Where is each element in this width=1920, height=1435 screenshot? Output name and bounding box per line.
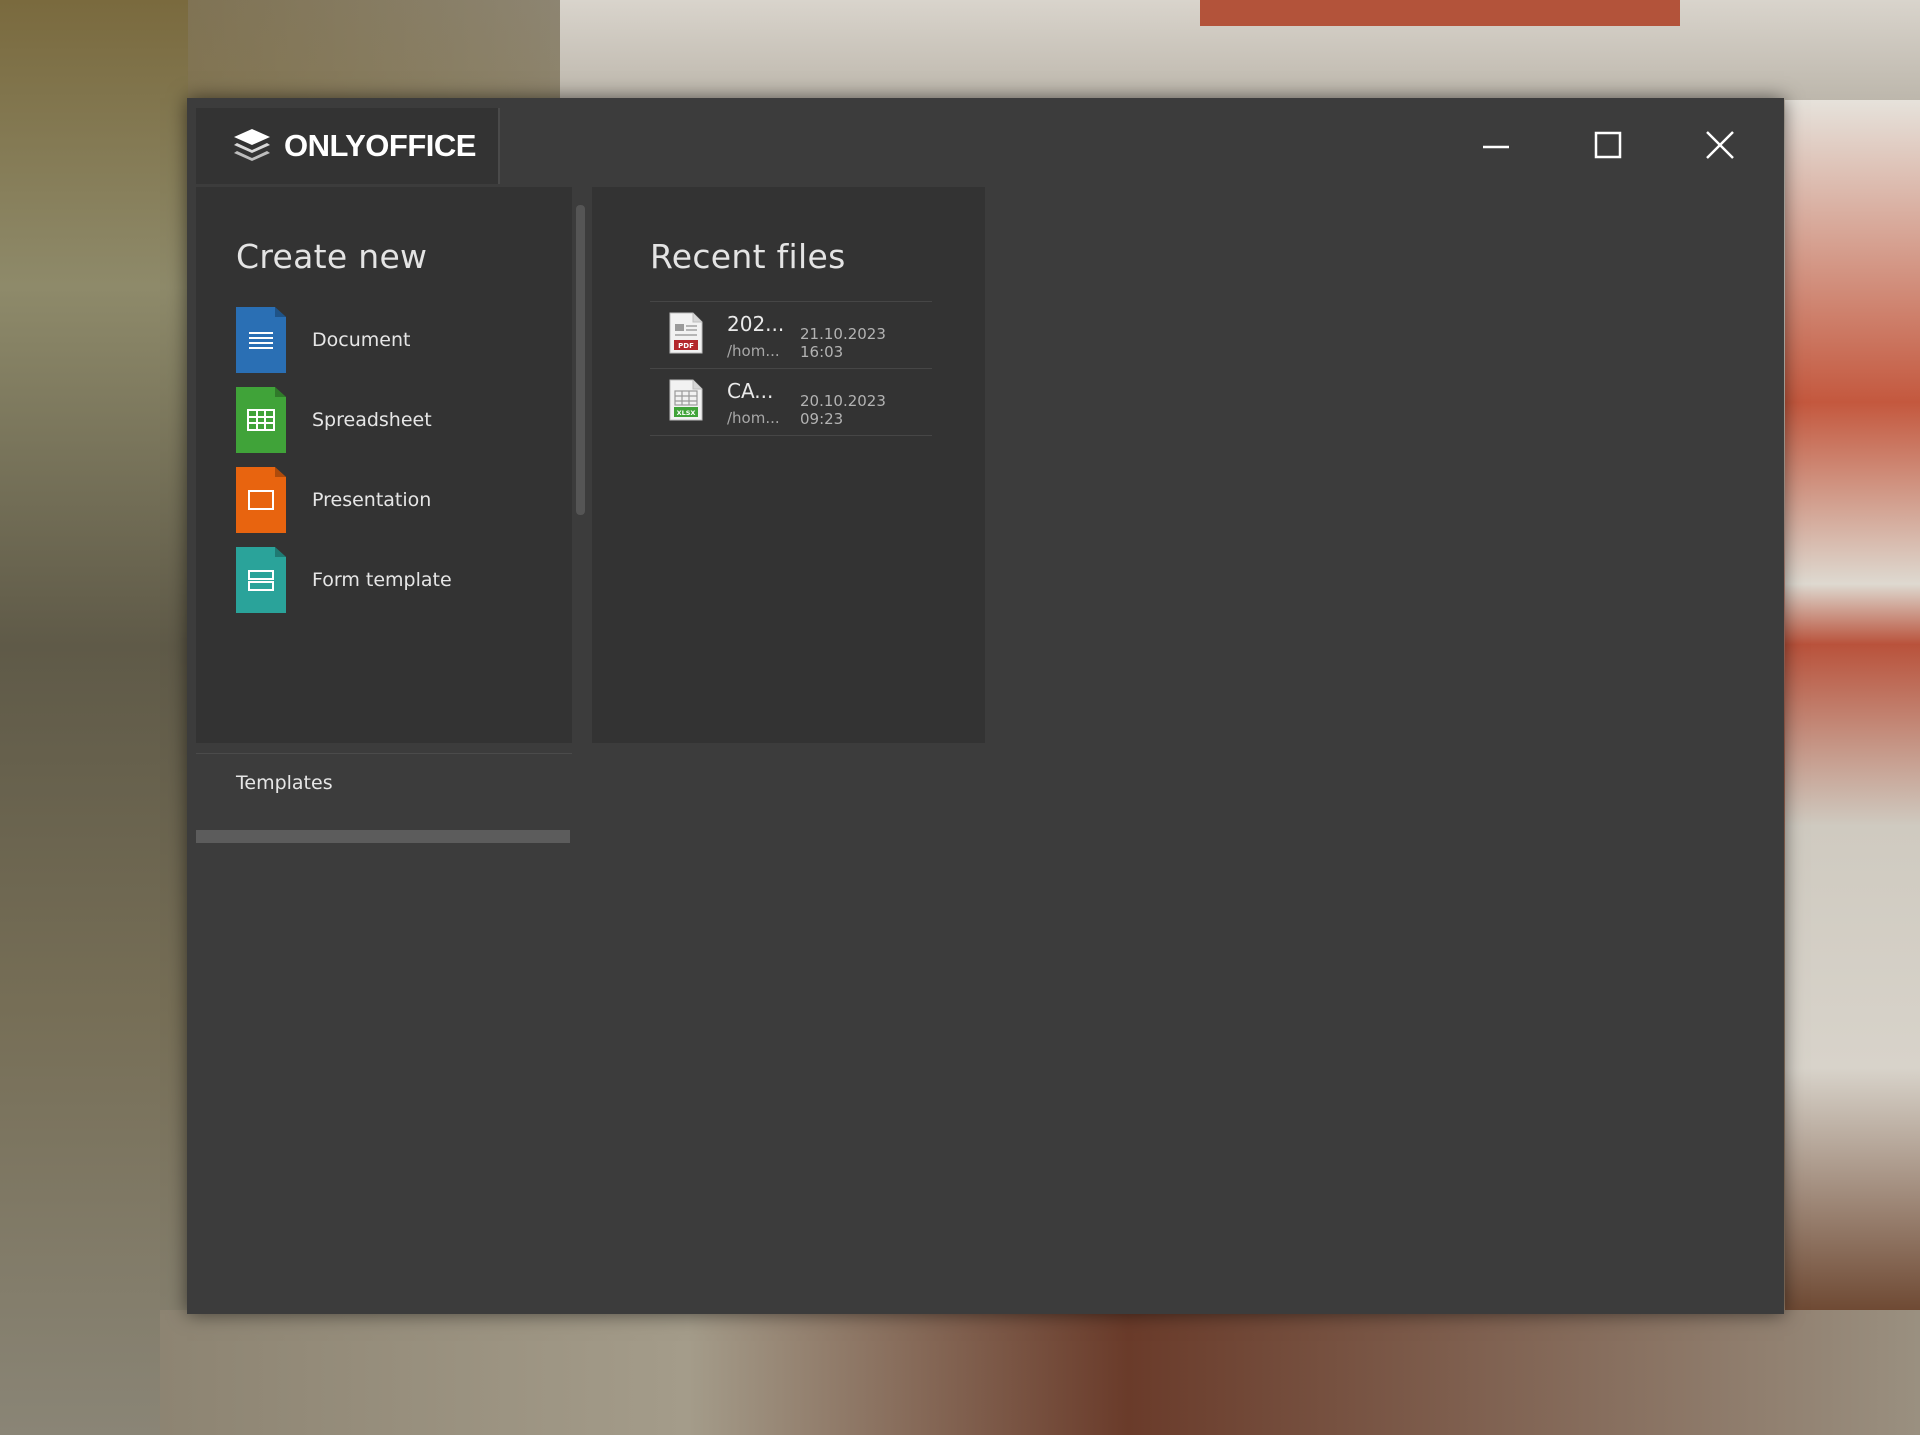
recent-files-title: Recent files [650,237,846,276]
recent-file-name: CA... [727,379,774,403]
xlsx-file-icon: XLSX [669,379,703,421]
close-icon [1706,131,1734,159]
create-document-button[interactable]: Document [236,307,556,373]
desktop-wallpaper-left [0,0,188,1435]
create-document-label: Document [312,329,411,351]
maximize-button[interactable] [1578,120,1638,170]
minimize-icon [1483,145,1509,149]
spreadsheet-icon [236,387,286,453]
create-new-panel: Create new Document Spreadsheet Presenta… [196,187,572,843]
recent-files-panel: Recent files PDF 202... /hom... 21.10.20… [592,187,985,743]
close-button[interactable] [1690,120,1750,170]
maximize-icon [1594,131,1622,159]
minimize-button[interactable] [1466,120,1526,170]
form-template-icon [236,547,286,613]
templates-link[interactable]: Templates [236,772,333,794]
vertical-scrollbar[interactable] [576,205,585,515]
create-form-template-label: Form template [312,569,452,591]
create-spreadsheet-button[interactable]: Spreadsheet [236,387,556,453]
app-logo-tab[interactable]: ONLYOFFICE [196,108,500,184]
templates-divider [196,753,572,754]
create-form-template-button[interactable]: Form template [236,547,556,613]
presentation-icon [236,467,286,533]
svg-text:XLSX: XLSX [677,409,696,417]
svg-text:PDF: PDF [678,342,694,350]
horizontal-scrollbar[interactable] [196,830,570,843]
recent-file-row[interactable]: XLSX CA... /hom... 20.10.2023 09:23 [650,369,932,436]
recent-file-path: /hom... [727,409,780,427]
create-spreadsheet-label: Spreadsheet [312,409,432,431]
create-new-title: Create new [236,237,428,276]
desktop-wallpaper-right [1785,100,1920,1310]
onlyoffice-logo-icon [234,129,270,161]
desktop-wallpaper-bottom [160,1310,1920,1435]
app-name: ONLYOFFICE [284,128,476,163]
recent-file-path: /hom... [727,342,780,360]
recent-files-list: PDF 202... /hom... 21.10.2023 16:03 XLSX [650,301,932,436]
recent-file-row[interactable]: PDF 202... /hom... 21.10.2023 16:03 [650,302,932,369]
create-presentation-button[interactable]: Presentation [236,467,556,533]
onlyoffice-window: ONLYOFFICE Create new Document Spreadshe… [187,98,1784,1314]
recent-file-date: 21.10.2023 16:03 [800,325,886,361]
desktop-wallpaper-roof [1200,0,1680,26]
recent-file-date: 20.10.2023 09:23 [800,392,886,428]
recent-file-name: 202... [727,312,785,336]
pdf-file-icon: PDF [669,312,703,354]
document-icon [236,307,286,373]
create-presentation-label: Presentation [312,489,432,511]
